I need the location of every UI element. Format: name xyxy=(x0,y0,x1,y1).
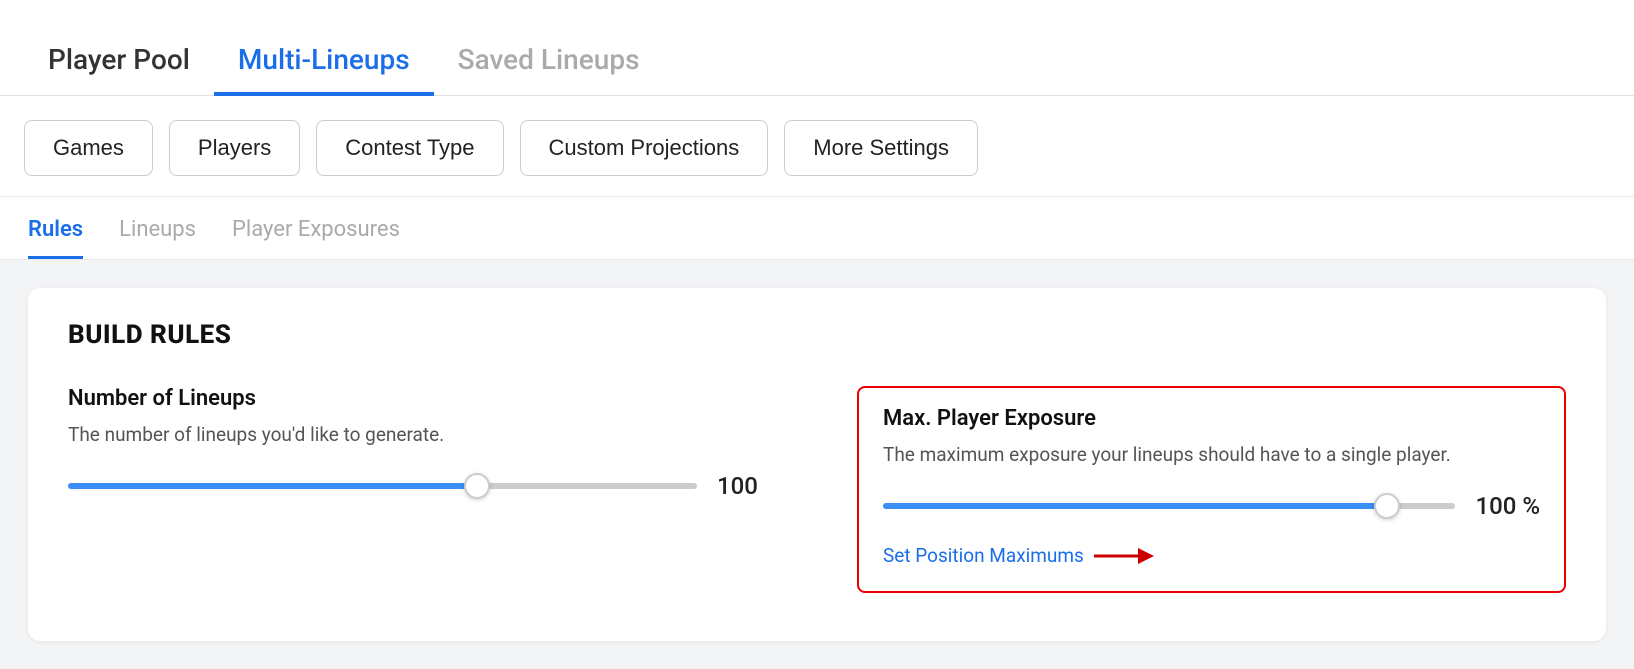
exposure-desc: The maximum exposure your lineups should… xyxy=(883,443,1540,466)
lineups-slider-thumb[interactable] xyxy=(464,473,490,499)
number-of-lineups-block: Number of Lineups The number of lineups … xyxy=(68,386,777,593)
build-rules-title: BUILD RULES xyxy=(68,320,1566,350)
filter-row: Games Players Contest Type Custom Projec… xyxy=(0,96,1634,197)
filter-btn-custom-projections[interactable]: Custom Projections xyxy=(520,120,769,176)
lineups-slider-fill xyxy=(68,483,477,489)
tab-saved-lineups[interactable]: Saved Lineups xyxy=(434,27,664,96)
exposure-slider-thumb[interactable] xyxy=(1374,493,1400,519)
filter-btn-more-settings[interactable]: More Settings xyxy=(784,120,978,176)
exposure-slider-row: 100 % xyxy=(883,492,1540,520)
lineups-slider-value: 100 xyxy=(717,472,777,500)
tab-multi-lineups[interactable]: Multi-Lineups xyxy=(214,27,434,96)
rules-grid: Number of Lineups The number of lineups … xyxy=(68,386,1566,593)
build-rules-card: BUILD RULES Number of Lineups The number… xyxy=(28,288,1606,641)
sub-tabs: Rules Lineups Player Exposures xyxy=(0,197,1634,260)
max-player-exposure-block: Max. Player Exposure The maximum exposur… xyxy=(857,386,1566,593)
exposure-slider-fill xyxy=(883,503,1387,509)
arrow-right-icon xyxy=(1094,545,1154,567)
tab-player-pool[interactable]: Player Pool xyxy=(24,27,214,96)
filter-btn-players[interactable]: Players xyxy=(169,120,300,176)
lineups-desc: The number of lineups you'd like to gene… xyxy=(68,423,777,446)
set-position-link-text: Set Position Maximums xyxy=(883,544,1084,567)
exposure-slider-track[interactable] xyxy=(883,503,1455,509)
filter-btn-contest-type[interactable]: Contest Type xyxy=(316,120,503,176)
sub-tab-player-exposures[interactable]: Player Exposures xyxy=(232,217,400,259)
lineups-label: Number of Lineups xyxy=(68,386,777,411)
exposure-label: Max. Player Exposure xyxy=(883,406,1540,431)
lineups-slider-track[interactable] xyxy=(68,483,697,489)
lineups-slider-row: 100 xyxy=(68,472,777,500)
sub-tab-lineups[interactable]: Lineups xyxy=(119,217,196,259)
sub-tab-rules[interactable]: Rules xyxy=(28,217,83,259)
filter-btn-games[interactable]: Games xyxy=(24,120,153,176)
exposure-slider-value: 100 % xyxy=(1475,492,1540,520)
top-nav: Player Pool Multi-Lineups Saved Lineups xyxy=(0,0,1634,96)
set-position-link[interactable]: Set Position Maximums xyxy=(883,544,1540,567)
